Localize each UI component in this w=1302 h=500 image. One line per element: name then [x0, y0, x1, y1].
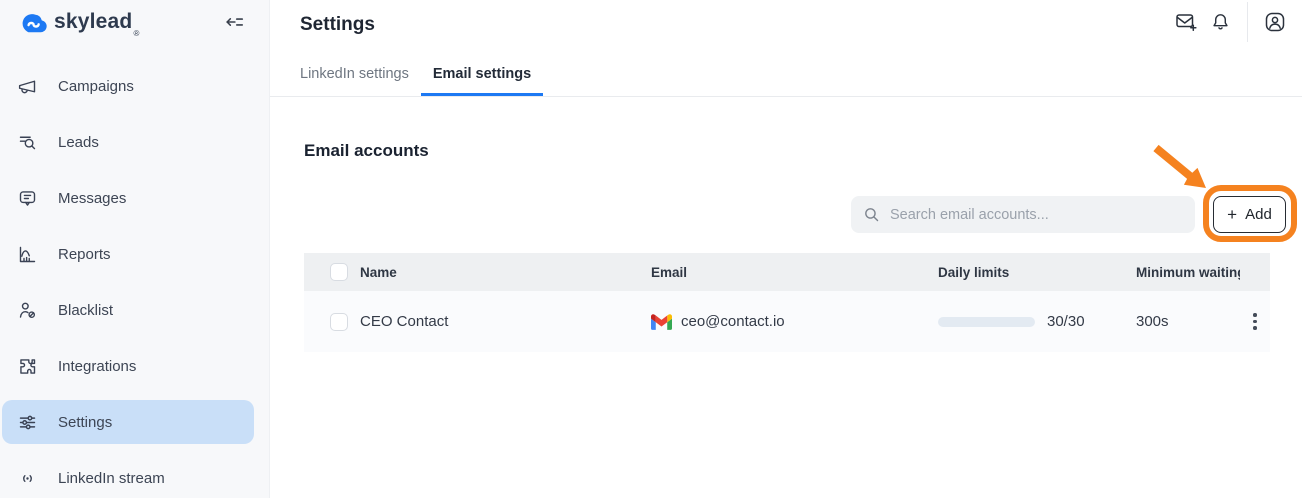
topbar-divider [1247, 2, 1248, 42]
sidebar-item-label: LinkedIn stream [58, 470, 165, 487]
sidebar-item-label: Settings [58, 414, 112, 431]
row-checkbox[interactable] [330, 313, 348, 331]
tab-linkedin-settings[interactable]: LinkedIn settings [288, 66, 421, 96]
add-email-account-button[interactable]: + Add [1213, 196, 1286, 233]
topbar: Settings [270, 0, 1302, 44]
sidebar-item-label: Messages [58, 190, 126, 207]
sidebar-collapse-icon[interactable] [221, 9, 247, 35]
email-settings-panel: Email accounts + Add Name Email Daily li… [270, 97, 1302, 498]
select-all-checkbox[interactable] [330, 263, 348, 281]
megaphone-icon [16, 75, 38, 97]
compose-email-icon[interactable] [1169, 5, 1203, 39]
main-area: Settings LinkedIn settings Email setting… [270, 0, 1302, 498]
blocked-user-icon [16, 299, 38, 321]
sidebar-item-reports[interactable]: Reports [2, 232, 254, 276]
reports-chart-icon [16, 243, 38, 265]
logo-row: skylead ® [0, 0, 269, 44]
column-header-minimum-waiting: Minimum waiting [1136, 265, 1240, 280]
puzzle-icon [16, 355, 38, 377]
account-name: CEO Contact [360, 313, 651, 330]
broadcast-icon [16, 467, 38, 489]
column-header-daily-limits: Daily limits [938, 265, 1136, 280]
column-header-name: Name [360, 265, 651, 280]
sidebar-item-linkedin-stream[interactable]: LinkedIn stream [2, 456, 254, 500]
sidebar: skylead ® Campaigns Leads Messages Repor… [0, 0, 270, 498]
sidebar-item-label: Leads [58, 134, 99, 151]
sidebar-item-label: Reports [58, 246, 111, 263]
leads-search-icon [16, 131, 38, 153]
minimum-waiting-value: 300s [1136, 313, 1240, 330]
tab-email-settings[interactable]: Email settings [421, 66, 543, 96]
sliders-icon [16, 411, 38, 433]
sidebar-item-leads[interactable]: Leads [2, 120, 254, 164]
brand-name: skylead [54, 10, 132, 34]
search-box [851, 196, 1195, 233]
settings-tabbar: LinkedIn settings Email settings [270, 44, 1302, 97]
skylead-cloud-logo-icon [18, 10, 48, 34]
email-accounts-table: Name Email Daily limits Minimum waiting … [304, 253, 1270, 352]
account-email: ceo@contact.io [681, 313, 785, 330]
row-kebab-menu-icon[interactable] [1249, 309, 1261, 334]
column-header-email: Email [651, 265, 938, 280]
table-row: CEO Contact ceo@contact.io 30/30 300s [304, 291, 1270, 352]
add-button-label: Add [1245, 206, 1272, 223]
page-title: Settings [300, 8, 375, 36]
sidebar-item-messages[interactable]: Messages [2, 176, 254, 220]
registered-mark: ® [133, 29, 139, 38]
notifications-bell-icon[interactable] [1203, 5, 1237, 39]
sidebar-nav: Campaigns Leads Messages Reports Blackli… [0, 44, 269, 500]
daily-limit-progress-bar [938, 317, 1035, 327]
search-icon [863, 206, 880, 223]
annotation-arrow-icon [1150, 140, 1210, 192]
section-title: Email accounts [304, 141, 429, 161]
topbar-icons [1169, 2, 1292, 42]
sidebar-item-label: Campaigns [58, 78, 134, 95]
gmail-icon [651, 314, 672, 330]
sidebar-item-blacklist[interactable]: Blacklist [2, 288, 254, 332]
sidebar-item-settings[interactable]: Settings [2, 400, 254, 444]
sidebar-item-label: Integrations [58, 358, 136, 375]
daily-limit-value: 30/30 [1047, 313, 1085, 330]
message-bubble-icon [16, 187, 38, 209]
plus-icon: + [1227, 206, 1237, 223]
search-email-accounts-input[interactable] [890, 207, 1183, 223]
sidebar-item-campaigns[interactable]: Campaigns [2, 64, 254, 108]
sidebar-item-integrations[interactable]: Integrations [2, 344, 254, 388]
account-avatar-icon[interactable] [1258, 5, 1292, 39]
sidebar-item-label: Blacklist [58, 302, 113, 319]
table-header-row: Name Email Daily limits Minimum waiting [304, 253, 1270, 291]
